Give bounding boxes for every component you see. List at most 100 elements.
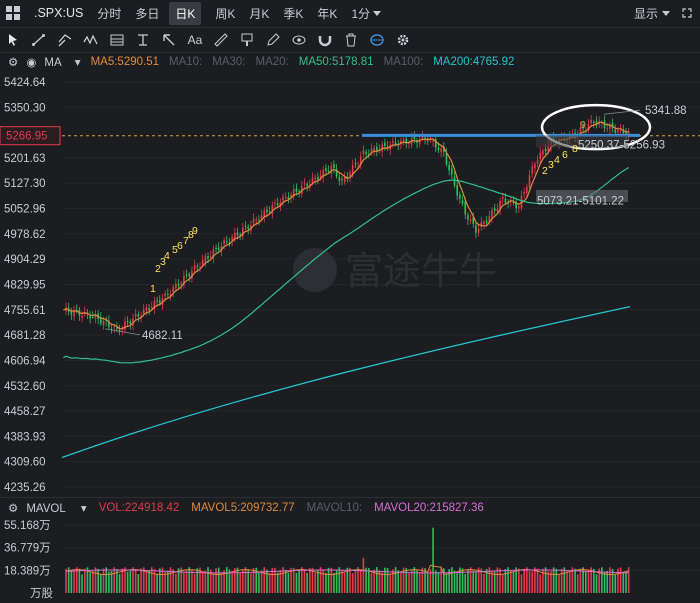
volume-bar <box>239 572 241 593</box>
candle-body <box>539 152 542 160</box>
td-count-label: 8 <box>572 143 578 155</box>
volume-bar <box>343 572 346 593</box>
volume-bar <box>83 568 86 593</box>
ma200-value: MA200:4765.92 <box>433 56 515 68</box>
channel-tool[interactable] <box>52 29 78 51</box>
paint-icon <box>241 33 253 46</box>
candle-body <box>365 151 367 154</box>
cursor-tool[interactable] <box>0 29 26 51</box>
fib-tool[interactable] <box>104 29 130 51</box>
volume-bar <box>207 567 209 593</box>
candlestick-chart[interactable]: 5424.64 5350.30 5201.63 5127.30 5052.96 4978.… <box>0 72 700 497</box>
volume-bar <box>94 567 97 593</box>
candle-body <box>252 218 255 224</box>
price-tick-label: 4829.95 <box>4 280 46 292</box>
candle-body <box>311 177 314 183</box>
display-dropdown[interactable]: 显示 <box>634 5 670 22</box>
volume-bar <box>196 568 199 593</box>
settings-tool[interactable] <box>390 29 416 51</box>
volume-bar <box>158 568 161 593</box>
volume-bar <box>418 572 421 593</box>
candle-body <box>306 184 308 187</box>
volume-bar <box>400 572 402 593</box>
candle-body <box>593 122 595 124</box>
price-tick-label: 4606.94 <box>4 355 46 367</box>
candle-body <box>177 283 180 286</box>
volume-bar <box>247 569 250 593</box>
tab-intraday[interactable]: 分时 <box>97 5 121 22</box>
pen-tool[interactable] <box>260 29 286 51</box>
volume-bar <box>309 567 311 593</box>
candle-body <box>242 227 244 237</box>
trend-line-tool[interactable] <box>26 29 52 51</box>
ruler-tool[interactable] <box>208 29 234 51</box>
ticker-symbol[interactable]: .SPX:US <box>34 6 83 20</box>
candle-body <box>287 196 290 199</box>
volume-bar <box>330 567 333 593</box>
candle-body <box>126 321 129 323</box>
volume-bar <box>451 567 453 593</box>
volume-bar <box>518 568 520 593</box>
tab-daily-k[interactable]: 日K <box>169 1 202 25</box>
volume-bar <box>100 574 102 593</box>
candle-body <box>392 141 394 143</box>
text-tool[interactable]: Aa <box>182 29 208 51</box>
price-tick-label: 4755.61 <box>4 305 46 317</box>
vol-settings-gear-icon[interactable]: ⚙ <box>8 501 18 515</box>
volume-bar <box>140 568 142 593</box>
candle-body <box>295 188 298 192</box>
volume-bar <box>566 571 568 593</box>
candle-body <box>247 226 250 229</box>
volume-bar <box>325 572 327 593</box>
volume-bar <box>593 568 595 593</box>
volume-bar <box>306 572 308 593</box>
expand-icon[interactable] <box>682 8 692 18</box>
candle-body <box>142 309 145 314</box>
measure-icon <box>138 34 148 46</box>
volume-bar <box>579 568 582 593</box>
volume-bar <box>220 572 223 593</box>
volume-bar <box>467 569 469 593</box>
arrow-tool[interactable] <box>156 29 182 51</box>
sync-tool[interactable] <box>364 29 390 51</box>
volume-bar <box>73 571 75 593</box>
visibility-tool[interactable] <box>286 29 312 51</box>
candle-body <box>456 185 458 196</box>
price-tick-label: 5052.96 <box>4 204 46 216</box>
vol-indicator-dropdown[interactable]: MAVOL ▾ <box>26 501 86 515</box>
candle-body <box>236 232 239 236</box>
palette-tool[interactable] <box>234 29 260 51</box>
ma5-line <box>63 121 629 330</box>
wave-tool[interactable] <box>78 29 104 51</box>
volume-bar <box>303 569 306 593</box>
tab-quarterly-k[interactable]: 季K <box>283 5 303 22</box>
price-tick-label: 4532.60 <box>4 381 46 393</box>
tab-monthly-k[interactable]: 月K <box>249 5 269 22</box>
current-price-label: 5266.95 <box>6 131 48 143</box>
tab-weekly-k[interactable]: 周K <box>215 5 235 22</box>
volume-bar <box>456 571 458 593</box>
tab-yearly-k[interactable]: 年K <box>317 5 337 22</box>
volume-chart[interactable]: 55.168万 36.779万 18.389万万股 <box>0 517 700 603</box>
interval-dropdown[interactable]: 1分 <box>351 5 382 22</box>
measure-tool[interactable] <box>130 29 156 51</box>
hide-icon[interactable]: ◉ <box>26 55 36 69</box>
eye-icon <box>292 35 306 45</box>
volume-bar <box>499 568 501 593</box>
volume-bar <box>536 568 539 593</box>
ma30-value: MA30: <box>212 56 246 68</box>
volume-bar <box>292 567 295 593</box>
magnet-tool[interactable] <box>312 29 338 51</box>
settings-gear-icon[interactable]: ⚙ <box>8 55 18 69</box>
volume-bar <box>512 571 515 593</box>
delete-tool[interactable] <box>338 29 364 51</box>
volume-bar <box>362 557 365 593</box>
candle-body <box>448 164 450 171</box>
grid-menu-icon[interactable] <box>6 6 20 20</box>
volume-bar <box>295 572 298 593</box>
ma-type-dropdown[interactable]: MA ▾ <box>44 55 80 69</box>
tab-multi-day[interactable]: 多日 <box>135 5 159 22</box>
volume-bar <box>148 570 150 593</box>
candle-body <box>274 202 276 204</box>
volume-bar <box>92 571 94 593</box>
